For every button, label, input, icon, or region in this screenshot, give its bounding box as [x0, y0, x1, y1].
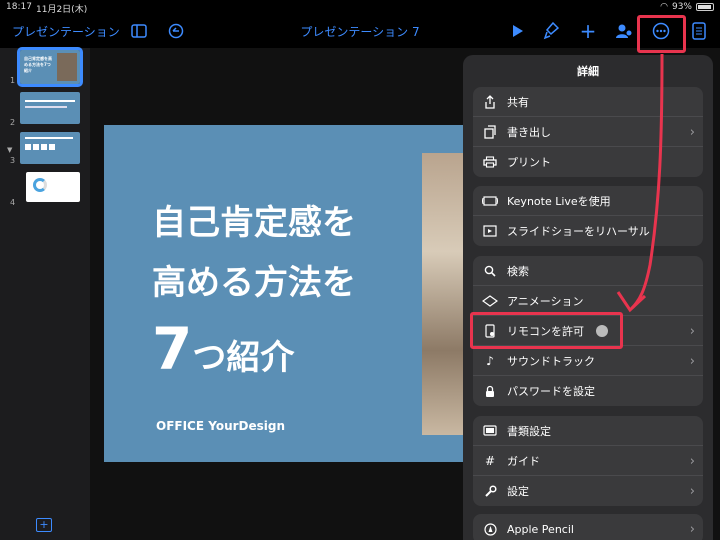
collaborate-icon[interactable] — [613, 20, 635, 42]
chevron-right-icon: › — [689, 125, 695, 140]
status-bar: 18:17 11月2日(木) ◠ 93% — [0, 0, 720, 15]
menu-item-rehearse[interactable]: スライドショーをリハーサル — [473, 216, 703, 246]
share-icon — [473, 94, 507, 109]
search-icon — [473, 265, 507, 277]
annotation-highlight-more-button — [637, 15, 686, 53]
slide-thumbnail-1[interactable]: 自己肯定感を高める方法を7つ紹介 — [17, 47, 83, 87]
menu-item-document-setup[interactable]: 書類設定 — [473, 416, 703, 446]
slide-number: 4 — [10, 198, 16, 207]
menu-group-presentation: Keynote Liveを使用 スライドショーをリハーサル — [473, 186, 703, 246]
battery-percent: 93% — [671, 2, 692, 12]
wrench-icon — [473, 484, 507, 498]
format-brush-icon[interactable] — [540, 20, 562, 42]
lock-icon — [473, 385, 507, 398]
slide-number: 1 — [10, 76, 16, 85]
more-options-popover: 詳細 共有 書き出し › プリント Keynote Liveを使用 スライドショ… — [463, 55, 713, 540]
live-icon — [473, 195, 507, 207]
menu-group-settings: 書類設定 # ガイド › 設定 › — [473, 416, 703, 506]
music-note-icon: ♪ — [486, 353, 494, 368]
chevron-right-icon: › — [689, 484, 695, 499]
chevron-right-icon: › — [689, 522, 695, 537]
slide-thumbnail-2[interactable] — [20, 92, 80, 124]
chevron-right-icon: › — [689, 324, 695, 339]
slide-title-line-1[interactable]: 自己肯定感を — [152, 195, 356, 244]
slide-number: 2 — [10, 118, 16, 127]
pencil-icon — [473, 522, 507, 536]
slide-number: 3 — [10, 156, 16, 165]
annotation-highlight-remote-item — [470, 312, 623, 349]
slide-title-line-3[interactable]: 7つ紹介 — [152, 315, 294, 383]
printer-icon — [473, 156, 507, 168]
toolbar: プレゼンテーション プレゼンテーション 7 + — [0, 14, 720, 48]
menu-item-export[interactable]: 書き出し › — [473, 117, 703, 147]
document-title[interactable]: プレゼンテーション 7 — [0, 23, 720, 40]
menu-item-print[interactable]: プリント — [473, 147, 703, 177]
play-icon[interactable] — [506, 20, 528, 42]
slide-navigator: 1 自己肯定感を高める方法を7つ紹介 2 3 ▼ 4 + — [0, 47, 90, 540]
animation-icon — [473, 294, 507, 307]
menu-item-settings[interactable]: 設定 › — [473, 476, 703, 506]
thumbnail-title: 自己肯定感を高める方法を7つ紹介 — [24, 56, 52, 73]
slide-title-line-2[interactable]: 高める方法を — [152, 255, 356, 304]
menu-item-search[interactable]: 検索 — [473, 256, 703, 286]
chevron-right-icon: › — [689, 454, 695, 469]
guide-icon: # — [484, 453, 496, 468]
rehearse-icon — [473, 225, 507, 237]
document-icon — [473, 425, 507, 436]
add-slide-button[interactable]: + — [36, 518, 52, 532]
document-panel-icon[interactable] — [688, 20, 710, 42]
export-icon — [473, 124, 507, 139]
slide-brand[interactable]: OFFICE YourDesign — [156, 419, 285, 433]
group-collapse-icon[interactable]: ▼ — [7, 146, 12, 154]
menu-group-pencil: Apple Pencil › — [473, 514, 703, 540]
menu-item-apple-pencil[interactable]: Apple Pencil › — [473, 514, 703, 540]
current-slide[interactable]: 自己肯定感を 高める方法を 7つ紹介 OFFICE YourDesign — [104, 125, 499, 462]
menu-item-set-password[interactable]: パスワードを設定 — [473, 376, 703, 406]
popover-title: 詳細 — [577, 65, 599, 78]
status-time: 18:17 — [6, 2, 32, 12]
slide-thumbnail-4[interactable] — [26, 172, 80, 202]
chevron-right-icon: › — [689, 354, 695, 369]
slide-thumbnail-3[interactable] — [20, 132, 80, 164]
menu-group-share: 共有 書き出し › プリント — [473, 87, 703, 177]
battery-icon — [696, 3, 714, 11]
menu-item-keynote-live[interactable]: Keynote Liveを使用 — [473, 186, 703, 216]
add-icon[interactable]: + — [577, 19, 599, 43]
thumbnail-photo — [57, 53, 77, 81]
wifi-icon: ◠ — [660, 2, 668, 12]
menu-item-share[interactable]: 共有 — [473, 87, 703, 117]
menu-item-guides[interactable]: # ガイド › — [473, 446, 703, 476]
slide-title-number: 7 — [152, 315, 193, 383]
menu-item-soundtrack[interactable]: ♪ サウンドトラック › — [473, 346, 703, 376]
slide-title-rest: つ紹介 — [192, 338, 295, 378]
